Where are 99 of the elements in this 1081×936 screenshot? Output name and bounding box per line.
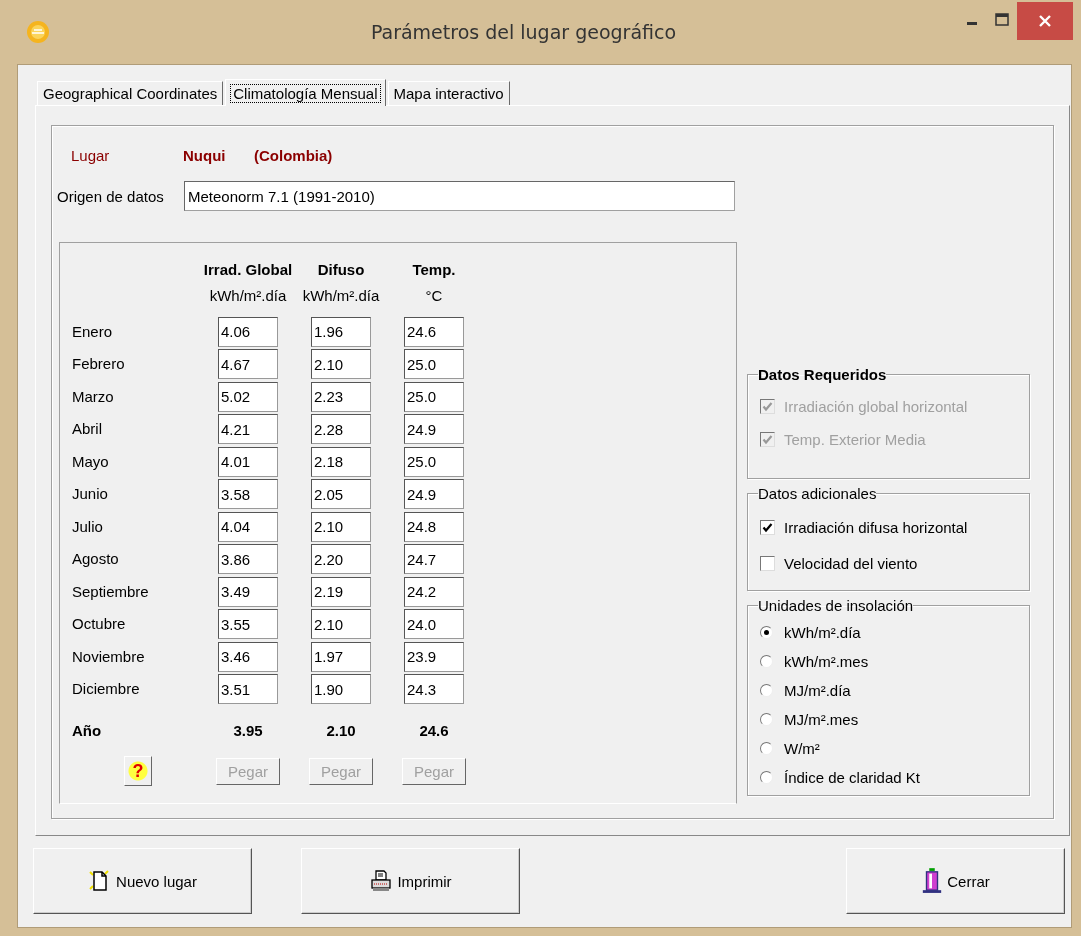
group-title: Unidades de insolación: [758, 597, 914, 614]
value-field[interactable]: 2.05: [311, 479, 371, 509]
radio-button[interactable]: [760, 684, 773, 697]
checkbox-label: Velocidad del viento: [784, 554, 918, 572]
value-field[interactable]: 3.86: [218, 544, 278, 574]
month-label: Agosto: [72, 549, 120, 569]
data-source-field[interactable]: Meteonorm 7.1 (1991-2010): [184, 181, 735, 211]
radio-label: MJ/m².mes: [784, 711, 859, 728]
window-title: Parámetros del lugar geográfico: [369, 21, 678, 43]
value-field[interactable]: 23.9: [404, 641, 464, 672]
close-button[interactable]: [1017, 2, 1073, 40]
country-name: (Colombia): [254, 146, 333, 164]
group-title: Datos Requeridos: [758, 366, 887, 383]
month-label: Julio: [72, 516, 104, 537]
pillar-icon: [921, 867, 944, 895]
value-field[interactable]: 3.51: [218, 674, 278, 704]
value-field[interactable]: 1.96: [311, 316, 371, 347]
radio-button[interactable]: [760, 713, 773, 726]
field-label: Origen de datos: [57, 187, 165, 205]
month-label: Febrero: [72, 354, 126, 374]
tab[interactable]: Mapa interactivo: [387, 81, 510, 105]
value-field[interactable]: 4.21: [218, 414, 278, 444]
minimize-icon: [967, 22, 977, 25]
tab[interactable]: Geographical Coordinates: [37, 81, 224, 105]
month-label: Junio: [72, 484, 109, 504]
month-label: Mayo: [72, 451, 110, 472]
value-field[interactable]: 1.90: [311, 674, 371, 704]
checkbox[interactable]: [760, 555, 775, 571]
radio-label: kWh/m².mes: [784, 653, 869, 670]
tab[interactable]: Climatología Mensual: [225, 79, 386, 106]
month-label: Enero: [72, 321, 114, 342]
value-field[interactable]: 25.0: [404, 381, 464, 412]
printer-icon: [369, 869, 394, 893]
unit-label: kWh/m².día: [209, 285, 287, 306]
checkbox-label: Irradiación global horizontal: [784, 397, 968, 415]
app-icon: [26, 20, 50, 44]
radio-label: Índice de claridad Kt: [784, 769, 920, 786]
new-button[interactable]: Nuevo lugar: [33, 848, 252, 914]
value-field[interactable]: 2.23: [311, 381, 371, 412]
radio-button[interactable]: [760, 771, 773, 784]
value-field[interactable]: 24.7: [404, 544, 464, 574]
value-field[interactable]: 2.18: [311, 446, 371, 477]
unit-label: kWh/m².día: [302, 285, 380, 306]
value-field[interactable]: 4.67: [218, 349, 278, 379]
month-label: Noviembre: [72, 646, 146, 667]
value-field[interactable]: 4.01: [218, 446, 278, 477]
value-field[interactable]: 3.58: [218, 479, 278, 509]
month-label: Diciembre: [72, 679, 141, 699]
month-label: Septiembre: [72, 581, 150, 602]
value-field[interactable]: 1.97: [311, 641, 371, 672]
value-field[interactable]: 24.6: [404, 316, 464, 347]
year-average: 3.95: [233, 720, 263, 741]
maximize-icon: [995, 12, 1009, 26]
radio-label: W/m²: [784, 740, 820, 757]
help-button[interactable]: ?: [124, 756, 152, 786]
value-field[interactable]: 25.0: [404, 349, 464, 379]
group-title: Datos adicionales: [758, 485, 877, 502]
value-field[interactable]: 5.02: [218, 381, 278, 412]
radio-button[interactable]: [760, 626, 773, 639]
value-field[interactable]: 2.19: [311, 576, 371, 607]
value-field[interactable]: 24.3: [404, 674, 464, 704]
month-label: Octubre: [72, 614, 127, 634]
year-average: 2.10: [326, 720, 356, 741]
close-icon: [1038, 14, 1052, 28]
radio-button[interactable]: [760, 742, 773, 755]
value-field[interactable]: 4.06: [218, 316, 278, 347]
value-field[interactable]: 2.20: [311, 544, 371, 574]
month-label: Marzo: [72, 386, 115, 407]
year-label: Año: [72, 720, 103, 741]
value-field[interactable]: 3.55: [218, 609, 278, 639]
checkbox-label: Temp. Exterior Media: [784, 430, 926, 448]
radio-button[interactable]: [760, 655, 773, 668]
close-button[interactable]: Cerrar: [846, 848, 1065, 914]
value-field[interactable]: 25.0: [404, 446, 464, 477]
value-field[interactable]: 24.9: [404, 414, 464, 444]
value-field[interactable]: 3.49: [218, 576, 278, 607]
checkbox-label: Irradiación difusa horizontal: [784, 518, 968, 536]
location-name: Nuqui: [183, 146, 227, 164]
value-field[interactable]: 2.10: [311, 511, 371, 542]
column-header: Difuso: [317, 260, 365, 280]
value-field[interactable]: 2.28: [311, 414, 371, 444]
value-field[interactable]: 4.04: [218, 511, 278, 542]
print-button[interactable]: Imprimir: [301, 848, 520, 914]
value-field[interactable]: 24.9: [404, 479, 464, 509]
checkbox[interactable]: [760, 519, 775, 535]
value-field[interactable]: 3.46: [218, 641, 278, 672]
column-header: Irrad. Global: [203, 260, 293, 280]
value-field[interactable]: 2.10: [311, 349, 371, 379]
radio-label: MJ/m².día: [784, 682, 851, 699]
column-header: Temp.: [412, 260, 456, 280]
month-label: Abril: [72, 419, 103, 439]
unit-label: °C: [425, 285, 443, 306]
value-field[interactable]: 2.10: [311, 609, 371, 639]
year-average: 24.6: [419, 720, 449, 741]
value-field[interactable]: 24.8: [404, 511, 464, 542]
location-label: Lugar: [71, 146, 111, 164]
value-field[interactable]: 24.2: [404, 576, 464, 607]
value-field[interactable]: 24.0: [404, 609, 464, 639]
radio-label: kWh/m².día: [784, 624, 861, 641]
